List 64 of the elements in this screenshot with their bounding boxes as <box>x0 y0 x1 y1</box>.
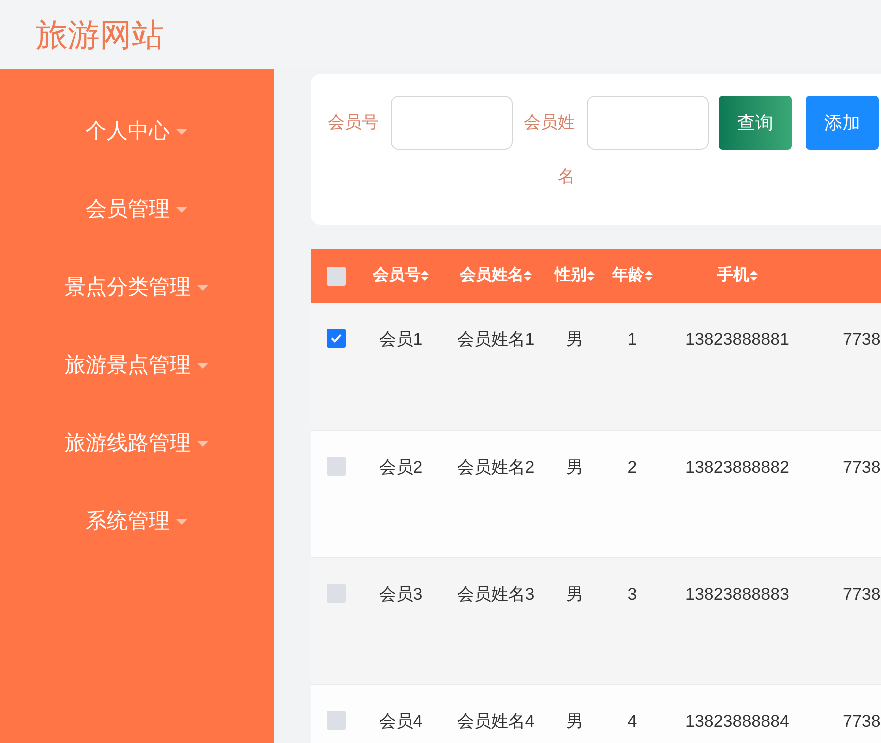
table-cell-text: 7738 <box>843 711 881 733</box>
sidebar-menu-item[interactable]: 会员管理 <box>86 191 188 229</box>
sidebar-menu-item[interactable]: 旅游线路管理 <box>65 425 209 463</box>
table-cell-text: 男 <box>566 457 584 479</box>
sidebar-menu-item[interactable]: 景点分类管理 <box>65 269 209 307</box>
table-cell-text: 1 <box>628 329 638 351</box>
sidebar-menu-item[interactable]: 系统管理 <box>86 503 188 541</box>
caret-icon <box>197 440 209 448</box>
query-button[interactable]: 查询 <box>719 96 792 150</box>
column-title: 性别 <box>555 266 587 286</box>
table-cell-text: 3 <box>628 584 638 606</box>
site-title: 旅游网站 <box>36 16 164 54</box>
checkbox[interactable] <box>327 584 346 603</box>
checkbox[interactable] <box>327 329 346 348</box>
table-cell-text: 7738 <box>843 457 881 479</box>
caret-icon <box>176 128 188 136</box>
table-cell-text: 7738 <box>843 584 881 606</box>
add-button[interactable]: 添加 <box>806 96 879 150</box>
field-label: 会员姓名 <box>523 112 575 188</box>
caret-icon <box>197 284 209 292</box>
table-cell-text: 13823888883 <box>685 584 790 606</box>
sort-icon[interactable] <box>644 270 652 282</box>
column-header[interactable]: 年龄 <box>612 264 652 288</box>
column-header[interactable]: 手机 <box>718 264 758 288</box>
caret-icon <box>176 518 188 526</box>
table-cell-text: 会员2 <box>379 457 423 479</box>
table-cell-text: 会员姓名2 <box>457 457 535 479</box>
table-cell-text: 7738 <box>843 329 881 351</box>
table-cell-text: 会员姓名3 <box>457 584 535 606</box>
table-cell-text: 会员4 <box>379 711 423 733</box>
column-header[interactable]: 会员号 <box>373 264 429 288</box>
sort-icon[interactable] <box>524 270 532 282</box>
table-cell-text: 男 <box>566 711 584 733</box>
table-cell-text: 4 <box>628 711 638 733</box>
column-title: 年龄 <box>612 266 644 286</box>
sidebar-menu-item[interactable]: 个人中心 <box>86 113 188 151</box>
checkbox[interactable] <box>327 266 346 286</box>
caret-icon <box>176 206 188 214</box>
table-cell-text: 13823888882 <box>685 457 790 479</box>
checkbox[interactable] <box>327 711 346 730</box>
sort-icon[interactable] <box>587 270 595 282</box>
table-cell-text: 2 <box>628 457 638 479</box>
caret-icon <box>197 362 209 370</box>
column-title: 会员号 <box>373 266 421 286</box>
column-title: 会员姓名 <box>460 266 524 286</box>
table-cell-text: 13823888881 <box>685 329 790 351</box>
sidebar-menu-item[interactable]: 旅游景点管理 <box>65 347 209 385</box>
table-cell-text: 会员姓名1 <box>457 329 535 351</box>
checkbox[interactable] <box>327 457 346 476</box>
column-header[interactable]: 性别 <box>555 264 595 288</box>
check-icon <box>331 334 342 343</box>
sort-icon[interactable] <box>750 270 758 282</box>
table-cell-text: 会员3 <box>379 584 423 606</box>
field-label: 会员号 <box>327 112 379 134</box>
table-cell-text: 会员1 <box>379 329 423 351</box>
table-cell-text: 男 <box>566 584 584 606</box>
input-field[interactable] <box>391 96 513 150</box>
column-title: 手机 <box>718 265 750 286</box>
table-cell-text: 男 <box>566 329 584 351</box>
sort-icon[interactable] <box>421 270 429 282</box>
input-field[interactable] <box>587 96 709 150</box>
column-header[interactable]: 会员姓名 <box>460 264 532 288</box>
table-cell-text: 13823888884 <box>685 711 790 733</box>
table-cell-text: 会员姓名4 <box>457 711 535 733</box>
